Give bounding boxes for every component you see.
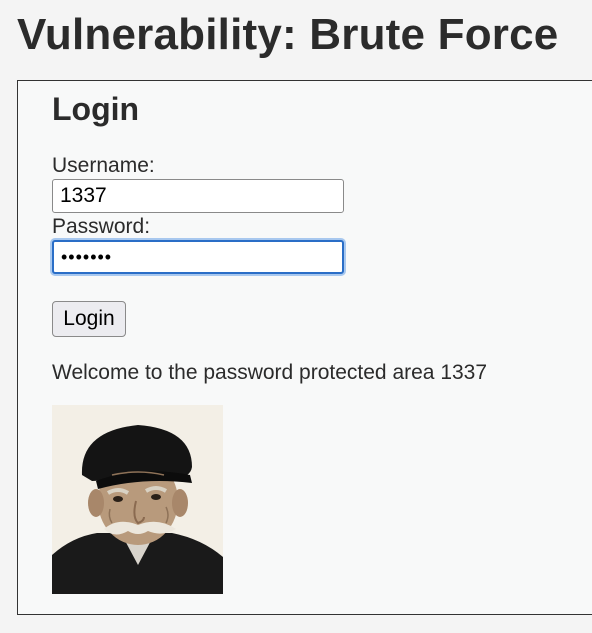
old-man-portrait-icon xyxy=(52,405,223,594)
username-input[interactable] xyxy=(52,179,344,213)
username-label: Username: xyxy=(52,154,155,177)
password-label: Password: xyxy=(52,215,151,238)
login-panel: Login Username: Password: Login Welcome … xyxy=(17,80,592,615)
login-button[interactable]: Login xyxy=(52,301,126,337)
login-heading: Login xyxy=(52,91,140,127)
password-input[interactable] xyxy=(52,240,344,274)
welcome-message: Welcome to the password protected area 1… xyxy=(52,361,488,384)
page-title: Vulnerability: Brute Force xyxy=(17,10,559,59)
